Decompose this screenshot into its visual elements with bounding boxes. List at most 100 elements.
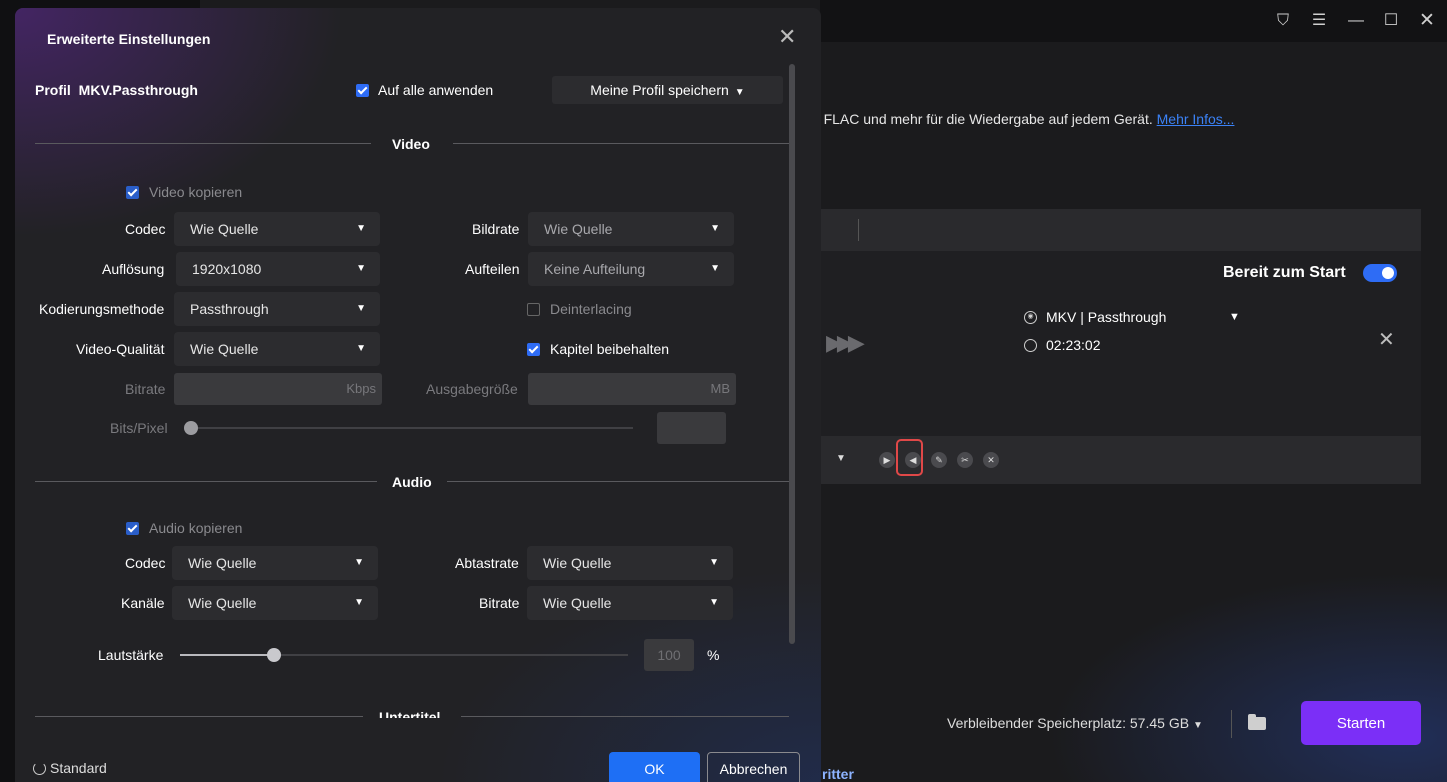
apply-all-checkbox[interactable] [356, 84, 369, 97]
app-footer: Verbleibender Speicherplatz: 57.45 GB ▼ … [820, 700, 1447, 748]
framerate-label: Bildrate [472, 221, 520, 237]
background-glow [1020, 560, 1447, 782]
menu-icon[interactable]: ☰ [1308, 10, 1330, 32]
channels-select[interactable]: Wie Quelle ▼ [172, 586, 378, 620]
channels-label: Kanäle [121, 595, 165, 611]
profile-name: MKV.Passthrough [78, 82, 198, 98]
duration-text: 02:23:02 [1046, 337, 1101, 353]
audio-copy-label: Audio kopieren [149, 520, 243, 536]
video-quality-value: Wie Quelle [190, 341, 259, 357]
chevron-down-icon: ▼ [710, 263, 720, 274]
maximize-icon[interactable]: ☐ [1380, 10, 1402, 32]
start-button[interactable]: Starten [1301, 701, 1421, 745]
audio-divider-left [35, 481, 377, 482]
volume-label: Lautstärke [98, 647, 164, 663]
framerate-value: Wie Quelle [544, 221, 613, 237]
output-format[interactable]: ◉ MKV | Passthrough [1024, 309, 1166, 325]
output-size-input[interactable]: MB [528, 373, 736, 405]
app-description: 3, FLAC und mehr für die Wiedergabe auf … [808, 111, 1234, 127]
resolution-select[interactable]: 1920x1080 ▼ [176, 252, 380, 286]
samplerate-value: Wie Quelle [543, 555, 612, 571]
audio-divider-right [447, 481, 789, 482]
format-dropdown-icon[interactable]: ▼ [1229, 311, 1240, 323]
reset-standard[interactable]: Standard [33, 760, 107, 776]
minimize-icon[interactable]: — [1345, 10, 1367, 32]
video-codec-label: Codec [125, 221, 166, 237]
subtitle-section-title: Untertitel [379, 709, 441, 718]
audio-copy-checkbox[interactable] [126, 522, 139, 535]
save-profile-button[interactable]: Meine Profil speichern ▼ [552, 76, 783, 104]
video-quality-select[interactable]: Wie Quelle ▼ [174, 332, 380, 366]
toolbar-dropdown-icon[interactable]: ▼ [836, 453, 846, 464]
description-text: 3, FLAC und mehr für die Wiedergabe auf … [808, 111, 1153, 127]
audio-bitrate-select[interactable]: Wie Quelle ▼ [527, 586, 733, 620]
chevron-down-icon: ▼ [356, 263, 366, 274]
video-bitrate-input[interactable]: Kbps [174, 373, 382, 405]
resolution-label: Auflösung [102, 261, 165, 277]
shirt-icon[interactable]: ⛉ [1272, 10, 1294, 32]
profile-label: Profil [35, 82, 71, 98]
video-divider-left [35, 143, 371, 144]
highlight-frame [896, 439, 923, 476]
storage-info[interactable]: Verbleibender Speicherplatz: 57.45 GB ▼ [947, 715, 1203, 731]
bottom-strip-text: ritter [822, 766, 854, 782]
split-select[interactable]: Keine Aufteilung ▼ [528, 252, 734, 286]
edit-icon[interactable]: ✎ [931, 452, 947, 468]
standard-label: Standard [50, 760, 107, 776]
channels-value: Wie Quelle [188, 595, 257, 611]
audio-bitrate-label: Bitrate [479, 595, 520, 611]
convert-arrows-icon: ▶▶▶ [826, 330, 865, 355]
volume-unit: % [707, 647, 720, 663]
delete-icon[interactable]: ✕ [983, 452, 999, 468]
advanced-settings-dialog: Erweiterte Einstellungen ✕ Profil MKV.Pa… [15, 8, 821, 782]
footer-separator [1231, 710, 1232, 738]
bits-pixel-slider-track[interactable] [191, 427, 633, 429]
tab-separator [858, 219, 859, 241]
dialog-scrollbar[interactable] [789, 64, 795, 644]
volume-input[interactable]: 100 [644, 639, 694, 671]
video-divider-right [453, 143, 789, 144]
bits-pixel-slider-knob[interactable] [184, 421, 198, 435]
ok-button[interactable]: OK [609, 752, 700, 782]
samplerate-select[interactable]: Wie Quelle ▼ [527, 546, 733, 580]
folder-icon[interactable] [1248, 714, 1266, 730]
remove-task-icon[interactable]: ✕ [1378, 327, 1395, 352]
video-copy-checkbox[interactable] [126, 186, 139, 199]
resolution-value: 1920x1080 [192, 261, 262, 277]
framerate-select[interactable]: Wie Quelle ▼ [528, 212, 734, 246]
deinterlacing-checkbox[interactable] [527, 303, 540, 316]
bits-pixel-input[interactable] [657, 412, 726, 444]
output-size-label: Ausgabegröße [426, 381, 518, 397]
encoding-select[interactable]: Passthrough ▼ [174, 292, 380, 326]
task-toolbar: ▼ ▶ ◀ ✎ ✂ ✕ [820, 436, 1421, 484]
format-icon: ◉ [1024, 310, 1037, 324]
split-label: Aufteilen [465, 261, 520, 277]
audio-codec-label: Codec [125, 555, 166, 571]
audio-codec-select[interactable]: Wie Quelle ▼ [172, 546, 378, 580]
dialog-close-icon[interactable]: ✕ [778, 26, 796, 48]
more-info-link[interactable]: Mehr Infos... [1157, 111, 1235, 127]
volume-slider-knob[interactable] [267, 648, 282, 662]
play-icon[interactable]: ▶ [879, 452, 895, 468]
audio-bitrate-value: Wie Quelle [543, 595, 612, 611]
cancel-button[interactable]: Abbrechen [707, 752, 800, 782]
window-close-icon[interactable]: ✕ [1416, 10, 1438, 32]
clock-icon [1024, 338, 1037, 352]
audio-section-title: Audio [392, 474, 432, 490]
output-duration: 02:23:02 [1024, 337, 1101, 353]
apply-all-label: Auf alle anwenden [378, 82, 494, 98]
storage-text: Verbleibender Speicherplatz: 57.45 GB [947, 715, 1190, 731]
video-codec-select[interactable]: Wie Quelle ▼ [174, 212, 380, 246]
cut-icon[interactable]: ✂ [957, 452, 973, 468]
ready-toggle[interactable] [1363, 264, 1397, 282]
chevron-down-icon: ▼ [710, 223, 720, 234]
video-quality-label: Video-Qualität [76, 341, 165, 357]
deinterlacing-label: Deinterlacing [550, 301, 632, 317]
subtitle-divider-left [35, 716, 363, 717]
video-copy-label: Video kopieren [149, 184, 243, 200]
bits-pixel-label: Bits/Pixel [110, 420, 168, 436]
chapters-checkbox[interactable] [527, 343, 540, 356]
chevron-down-icon: ▼ [354, 557, 364, 568]
encoding-value: Passthrough [190, 301, 269, 317]
encoding-label: Kodierungsmethode [39, 301, 165, 317]
